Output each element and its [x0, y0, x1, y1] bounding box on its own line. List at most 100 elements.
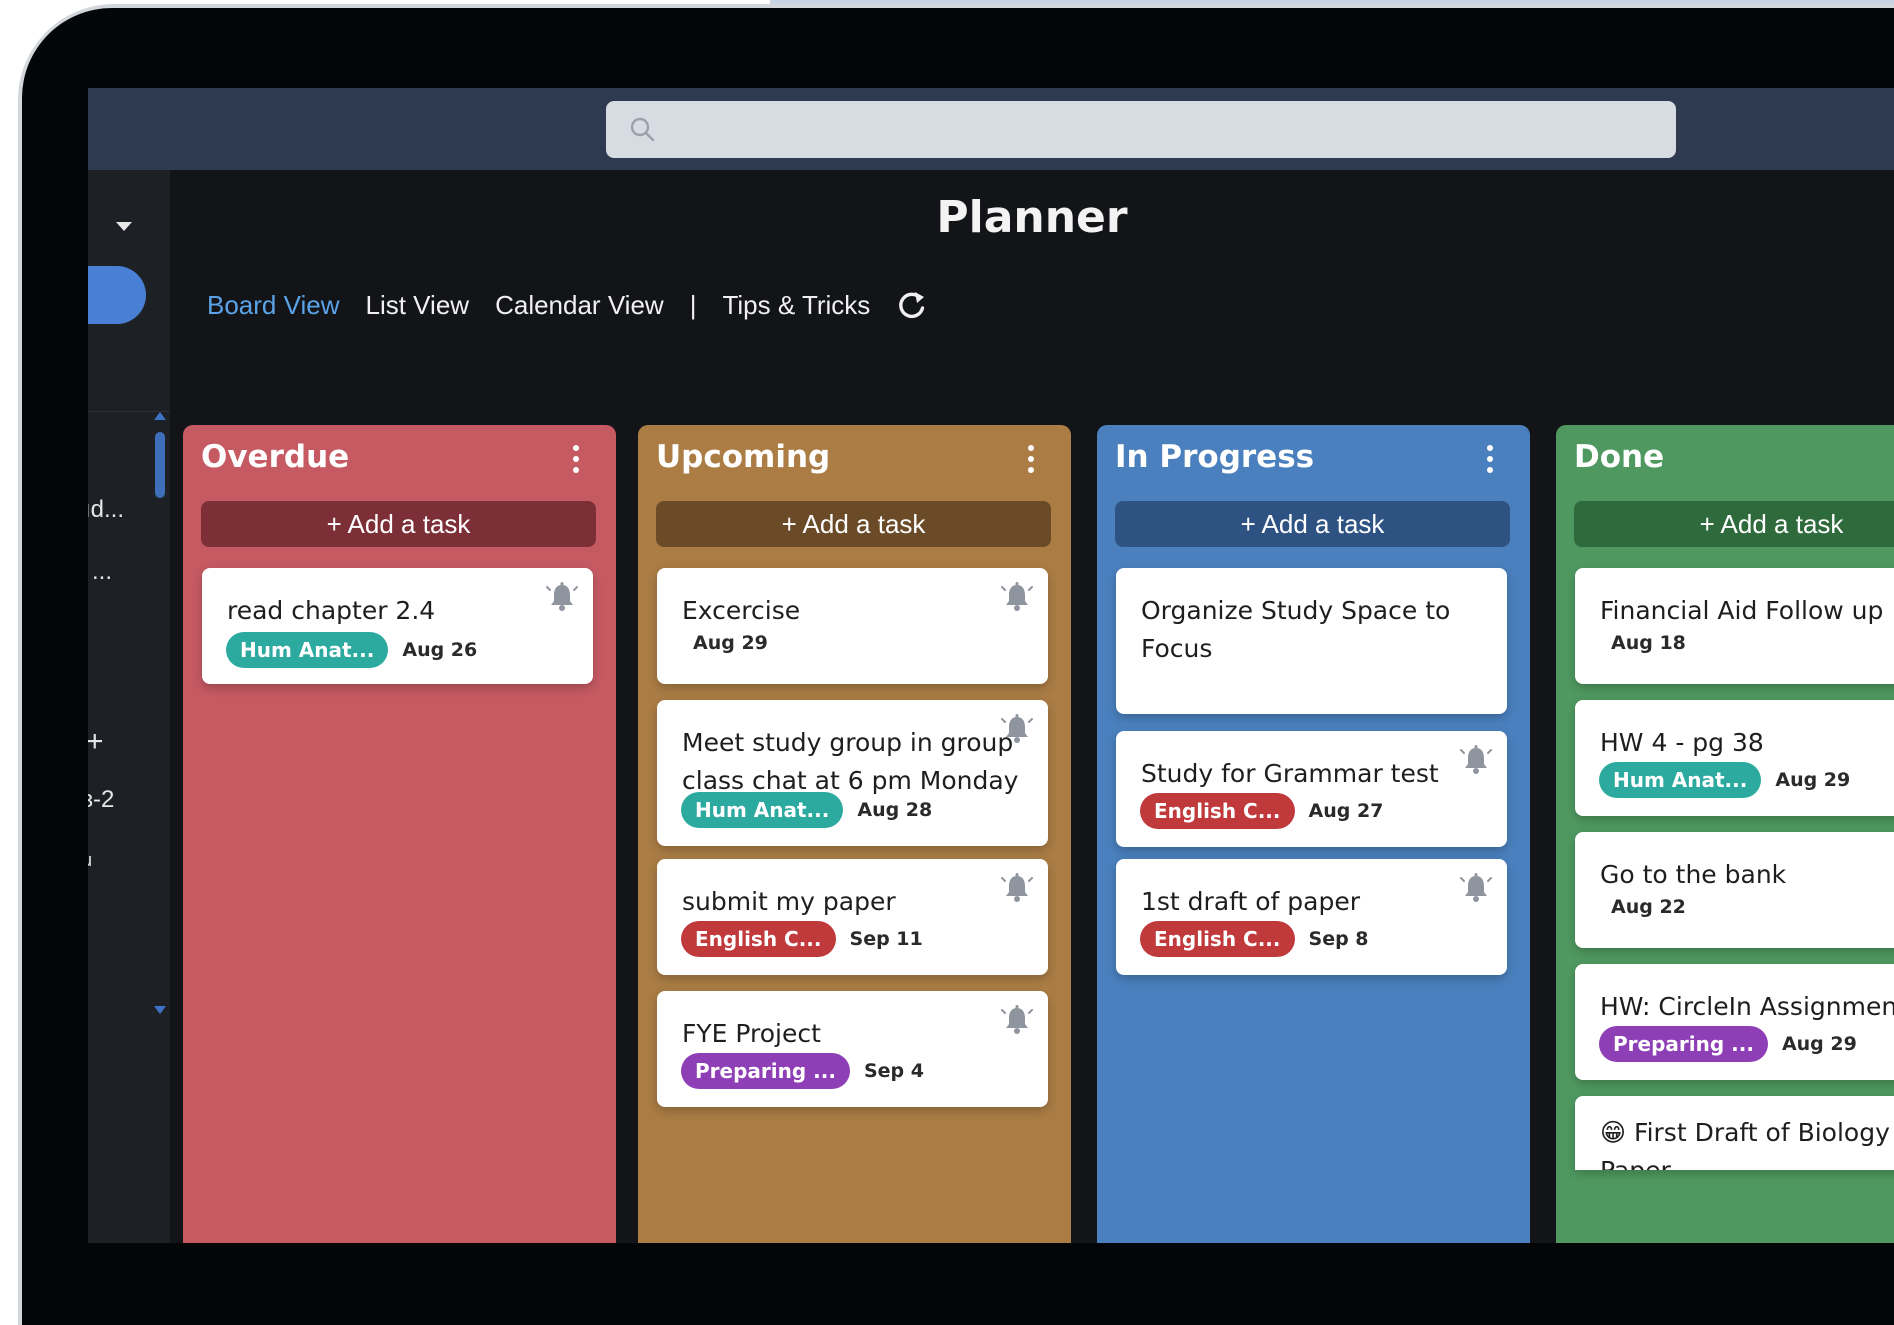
task-card[interactable]: HW: CircleIn Assignment Preparing ... Au…	[1575, 964, 1894, 1080]
course-tag[interactable]: English C...	[1140, 921, 1295, 957]
main-content: Planner Board View List View Calendar Vi…	[170, 170, 1894, 1243]
due-date: Aug 22	[1611, 896, 1686, 918]
chevron-down-icon[interactable]	[116, 222, 132, 231]
column-menu-icon[interactable]	[1486, 445, 1494, 475]
bell-icon[interactable]	[1000, 712, 1034, 746]
task-card[interactable]: 1st draft of paper English C... Sep 8	[1116, 859, 1507, 975]
page-title: Planner	[936, 192, 1128, 243]
task-card[interactable]: submit my paper English C... Sep 11	[657, 859, 1048, 975]
tab-list-view[interactable]: List View	[366, 290, 470, 321]
task-title: HW 4 - pg 38	[1600, 728, 1764, 757]
course-tag[interactable]: Hum Anat...	[681, 792, 844, 828]
tab-board-view[interactable]: Board View	[207, 290, 340, 321]
scroll-down-arrow[interactable]	[154, 1006, 166, 1014]
task-meta: Preparing ... Sep 4	[681, 1053, 924, 1089]
task-meta: Aug 18	[1599, 632, 1686, 654]
due-date: Aug 26	[402, 639, 478, 661]
task-title: FYE Project	[682, 1019, 821, 1048]
course-tag[interactable]: Hum Anat...	[226, 632, 389, 668]
task-title: Study for Grammar test	[1141, 759, 1439, 788]
column-title: In Progress	[1115, 439, 1315, 475]
bell-icon[interactable]	[1000, 580, 1034, 614]
task-card[interactable]: Financial Aid Follow up Aug 18	[1575, 568, 1894, 684]
bell-icon[interactable]	[545, 580, 579, 614]
course-tag[interactable]: English C...	[1140, 793, 1295, 829]
device-bottom-bezel	[88, 1243, 1894, 1325]
task-title: HW: CircleIn Assignment	[1600, 992, 1894, 1021]
refresh-icon[interactable]	[896, 289, 928, 321]
search-input[interactable]	[606, 101, 1676, 158]
add-task-button[interactable]: + Add a task	[1115, 501, 1510, 547]
task-title: Organize Study Space to Focus	[1141, 596, 1451, 663]
task-title: 1st draft of paper	[1141, 887, 1361, 916]
column-done: Done + Add a task Financial Aid Follow u…	[1556, 425, 1894, 1243]
top-bar	[88, 88, 1894, 170]
column-in-progress: In Progress + Add a task Organize Study …	[1097, 425, 1530, 1243]
app-screen: ıd... ... + ɜ-2 ɹ Planner Board View Lis…	[88, 88, 1894, 1243]
add-task-button[interactable]: + Add a task	[1574, 501, 1894, 547]
sidebar-item-3[interactable]: ɜ-2	[88, 786, 114, 814]
task-title: submit my paper	[682, 887, 896, 916]
course-tag[interactable]: Preparing ...	[681, 1053, 850, 1089]
task-card[interactable]: HW 4 - pg 38 Hum Anat... Aug 29	[1575, 700, 1894, 816]
due-date: Aug 29	[693, 632, 768, 654]
left-sidebar: ıd... ... + ɜ-2 ɹ	[88, 170, 170, 1243]
task-card[interactable]: read chapter 2.4 Hum Anat... Aug 26	[202, 568, 593, 684]
bell-icon[interactable]	[1459, 871, 1493, 905]
task-meta: Aug 22	[1599, 896, 1686, 918]
task-title: 😁 First Draft of Biology Paper	[1600, 1118, 1890, 1170]
sidebar-item-2[interactable]: ...	[92, 558, 112, 586]
add-task-button[interactable]: + Add a task	[201, 501, 596, 547]
due-date: Sep 8	[1308, 928, 1369, 950]
task-meta: Hum Anat... Aug 26	[226, 632, 477, 668]
due-date: Aug 28	[857, 799, 933, 821]
column-title: Upcoming	[656, 439, 831, 475]
sidebar-primary-button[interactable]	[88, 266, 146, 324]
task-meta: English C... Aug 27	[1140, 793, 1383, 829]
task-card[interactable]: Excercise Aug 29	[657, 568, 1048, 684]
column-upcoming: Upcoming + Add a task Excercise Aug 29 M…	[638, 425, 1071, 1243]
add-task-button[interactable]: + Add a task	[656, 501, 1051, 547]
task-title: Financial Aid Follow up	[1600, 596, 1884, 625]
task-card[interactable]: FYE Project Preparing ... Sep 4	[657, 991, 1048, 1107]
course-tag[interactable]: English C...	[681, 921, 836, 957]
due-date: Sep 4	[863, 1060, 924, 1082]
scroll-up-arrow[interactable]	[154, 412, 166, 420]
task-card[interactable]: Meet study group in group class chat at …	[657, 700, 1048, 846]
task-meta: Hum Anat... Aug 28	[681, 792, 932, 828]
tips-and-tricks-link[interactable]: Tips & Tricks	[722, 290, 870, 321]
column-overdue: Overdue + Add a task read chapter 2.4 Hu…	[183, 425, 616, 1243]
bell-icon[interactable]	[1459, 743, 1493, 777]
column-menu-icon[interactable]	[1027, 445, 1035, 475]
task-title: Go to the bank	[1600, 860, 1787, 889]
view-tabs: Board View List View Calendar View | Tip…	[207, 285, 928, 325]
task-card[interactable]: Organize Study Space to Focus	[1116, 568, 1507, 714]
tab-calendar-view[interactable]: Calendar View	[495, 290, 664, 321]
task-meta: Aug 29	[681, 632, 768, 654]
due-date: Aug 29	[1775, 769, 1851, 791]
sidebar-scrollbar[interactable]	[155, 432, 165, 498]
task-meta: English C... Sep 8	[1140, 921, 1369, 957]
column-menu-icon[interactable]	[572, 445, 580, 475]
bell-icon[interactable]	[1000, 871, 1034, 905]
task-meta: English C... Sep 11	[681, 921, 923, 957]
task-title: Meet study group in group class chat at …	[682, 728, 1019, 795]
due-date: Aug 29	[1781, 1033, 1857, 1055]
bell-icon[interactable]	[1000, 1003, 1034, 1037]
due-date: Aug 27	[1308, 800, 1384, 822]
task-card[interactable]: 😁 First Draft of Biology Paper	[1575, 1096, 1894, 1170]
task-card[interactable]: Go to the bank Aug 22	[1575, 832, 1894, 948]
sidebar-item-1[interactable]: ıd...	[88, 496, 124, 524]
task-title: Excercise	[682, 596, 801, 625]
task-meta: Preparing ... Aug 29	[1599, 1026, 1857, 1062]
task-card[interactable]: Study for Grammar test English C... Aug …	[1116, 731, 1507, 847]
search-icon	[630, 117, 655, 142]
sidebar-item-4[interactable]: ɹ	[88, 850, 92, 871]
view-separator: |	[689, 289, 697, 320]
column-title: Overdue	[201, 439, 350, 475]
course-tag[interactable]: Preparing ...	[1599, 1026, 1768, 1062]
task-meta: Hum Anat... Aug 29	[1599, 762, 1850, 798]
course-tag[interactable]: Hum Anat...	[1599, 762, 1762, 798]
due-date: Aug 18	[1611, 632, 1686, 654]
add-icon[interactable]: +	[88, 725, 104, 759]
